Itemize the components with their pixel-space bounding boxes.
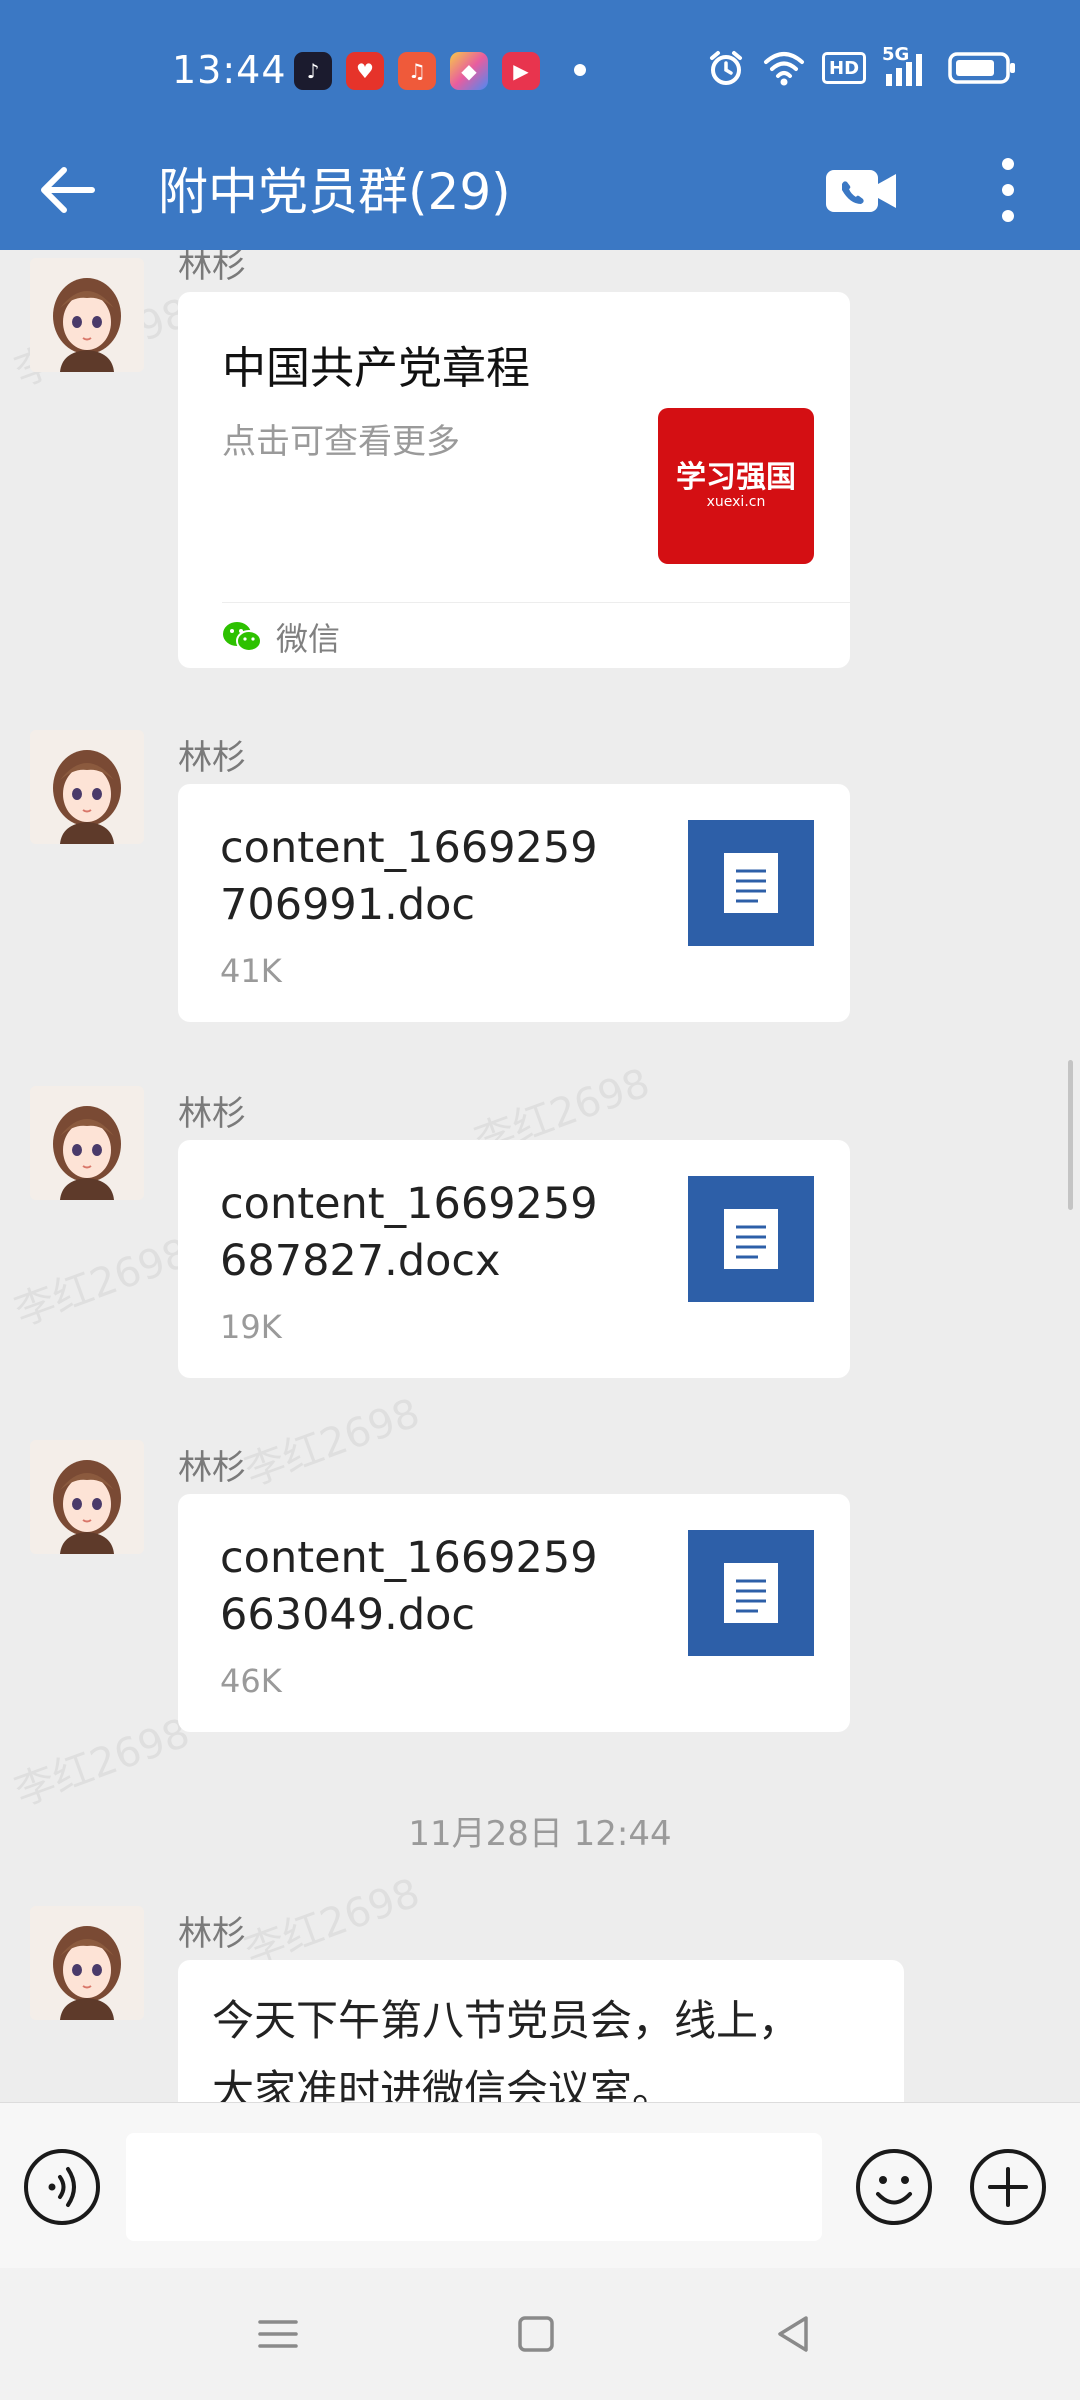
card-divider <box>222 602 850 603</box>
thumbnail-subtext: xuexi.cn <box>706 494 766 510</box>
sender-name: 林杉 <box>178 1094 246 1134</box>
tiktok-icon: ♪ <box>294 52 332 90</box>
video-app-icon: ▶ <box>502 52 540 90</box>
top-bar: 13:44 ♪ ♥ ♫ ◆ ▶ HD 5G 附中党员群(29) <box>0 0 1080 250</box>
status-time: 13:44 <box>172 48 287 92</box>
file-message[interactable]: content_1669259687827.docx 19K <box>178 1140 850 1378</box>
system-nav-bar <box>0 2268 1080 2400</box>
chat-messages[interactable]: 李红2698 李红2698 李红2698 李红2698 李红2698 李红269… <box>0 250 1080 2102</box>
notification-icons: ♪ ♥ ♫ ◆ ▶ <box>294 52 540 90</box>
card-title: 中国共产党章程 <box>222 343 530 394</box>
voice-input-icon[interactable] <box>22 2147 102 2227</box>
file-size: 46K <box>220 1662 282 1700</box>
avatar[interactable] <box>30 730 144 844</box>
shopping-app-icon: ♥ <box>346 52 384 90</box>
doc-glyph <box>724 1209 778 1269</box>
avatar[interactable] <box>30 1086 144 1200</box>
file-message[interactable]: content_1669259663049.doc 46K <box>178 1494 850 1732</box>
avatar[interactable] <box>30 258 144 372</box>
alarm-icon <box>710 51 742 85</box>
back-arrow-icon[interactable] <box>36 158 100 222</box>
document-icon <box>688 820 814 946</box>
sender-name: 林杉 <box>178 1914 246 1954</box>
menu-nav-icon[interactable] <box>248 2304 308 2364</box>
hd-icon: HD <box>822 52 867 84</box>
file-name: content_1669259663049.doc <box>220 1533 598 1640</box>
file-name: content_1669259687827.docx <box>220 1179 598 1286</box>
message-timestamp: 11月28日 12:44 <box>408 1814 672 1854</box>
wifi-icon <box>764 52 804 86</box>
avatar-image <box>30 730 144 844</box>
card-footer: 微信 <box>222 614 340 660</box>
file-name: content_1669259706991.doc <box>220 823 598 930</box>
avatar-image <box>30 1440 144 1554</box>
message-text: 今天下午第八节党员会，线上，大家准时进微信会议室。 <box>212 1996 801 2102</box>
chat-header: 附中党员群(29) <box>0 140 1080 250</box>
signal-label: 5G <box>882 44 910 65</box>
file-message[interactable]: content_1669259706991.doc 41K <box>178 784 850 1022</box>
wechat-icon <box>223 622 262 652</box>
message-input[interactable] <box>126 2133 822 2241</box>
link-card-message[interactable]: 中国共产党章程 点击可查看更多 学习强国 xuexi.cn 微信 <box>178 292 850 668</box>
video-call-icon[interactable] <box>824 154 898 228</box>
card-description: 点击可查看更多 <box>222 422 460 462</box>
back-nav-icon[interactable] <box>764 2304 824 2364</box>
battery-icon <box>948 52 1016 84</box>
plus-icon[interactable] <box>968 2147 1048 2227</box>
watermark: 李红2698 <box>238 1390 426 1496</box>
scrollbar[interactable] <box>1068 1060 1073 1210</box>
avatar-image <box>30 258 144 372</box>
file-size: 19K <box>220 1308 282 1346</box>
avatar[interactable] <box>30 1906 144 2020</box>
input-bar <box>0 2102 1080 2268</box>
avatar-image <box>30 1906 144 2020</box>
chat-title: 附中党员群(29) <box>158 163 511 221</box>
text-message[interactable]: 今天下午第八节党员会，线上，大家准时进微信会议室。 <box>178 1960 904 2102</box>
doc-glyph <box>724 1563 778 1623</box>
doc-glyph <box>724 853 778 913</box>
sender-name: 林杉 <box>178 1448 246 1488</box>
file-size: 41K <box>220 952 282 990</box>
watermark: 李红2698 <box>8 1710 196 1816</box>
more-notifications-dot <box>574 64 586 76</box>
cellular-signal-icon: 5G <box>882 44 932 88</box>
gallery-app-icon: ◆ <box>450 52 488 90</box>
avatar[interactable] <box>30 1440 144 1554</box>
hd-label: HD <box>829 57 860 79</box>
card-source: 微信 <box>276 620 341 658</box>
home-nav-icon[interactable] <box>506 2304 566 2364</box>
sender-name: 林杉 <box>178 738 246 778</box>
music-app-icon: ♫ <box>398 52 436 90</box>
document-icon <box>688 1530 814 1656</box>
avatar-image <box>30 1086 144 1200</box>
status-bar: 13:44 ♪ ♥ ♫ ◆ ▶ HD 5G <box>0 0 1080 140</box>
sender-name: 林杉 <box>178 250 246 286</box>
document-icon <box>688 1176 814 1302</box>
card-thumbnail: 学习强国 xuexi.cn <box>658 408 814 564</box>
more-options-icon[interactable] <box>984 150 1032 230</box>
emoji-icon[interactable] <box>854 2147 934 2227</box>
watermark: 李红2698 <box>8 1230 196 1336</box>
system-icons: HD 5G <box>706 44 1018 88</box>
thumbnail-text: 学习强国 <box>676 460 796 495</box>
